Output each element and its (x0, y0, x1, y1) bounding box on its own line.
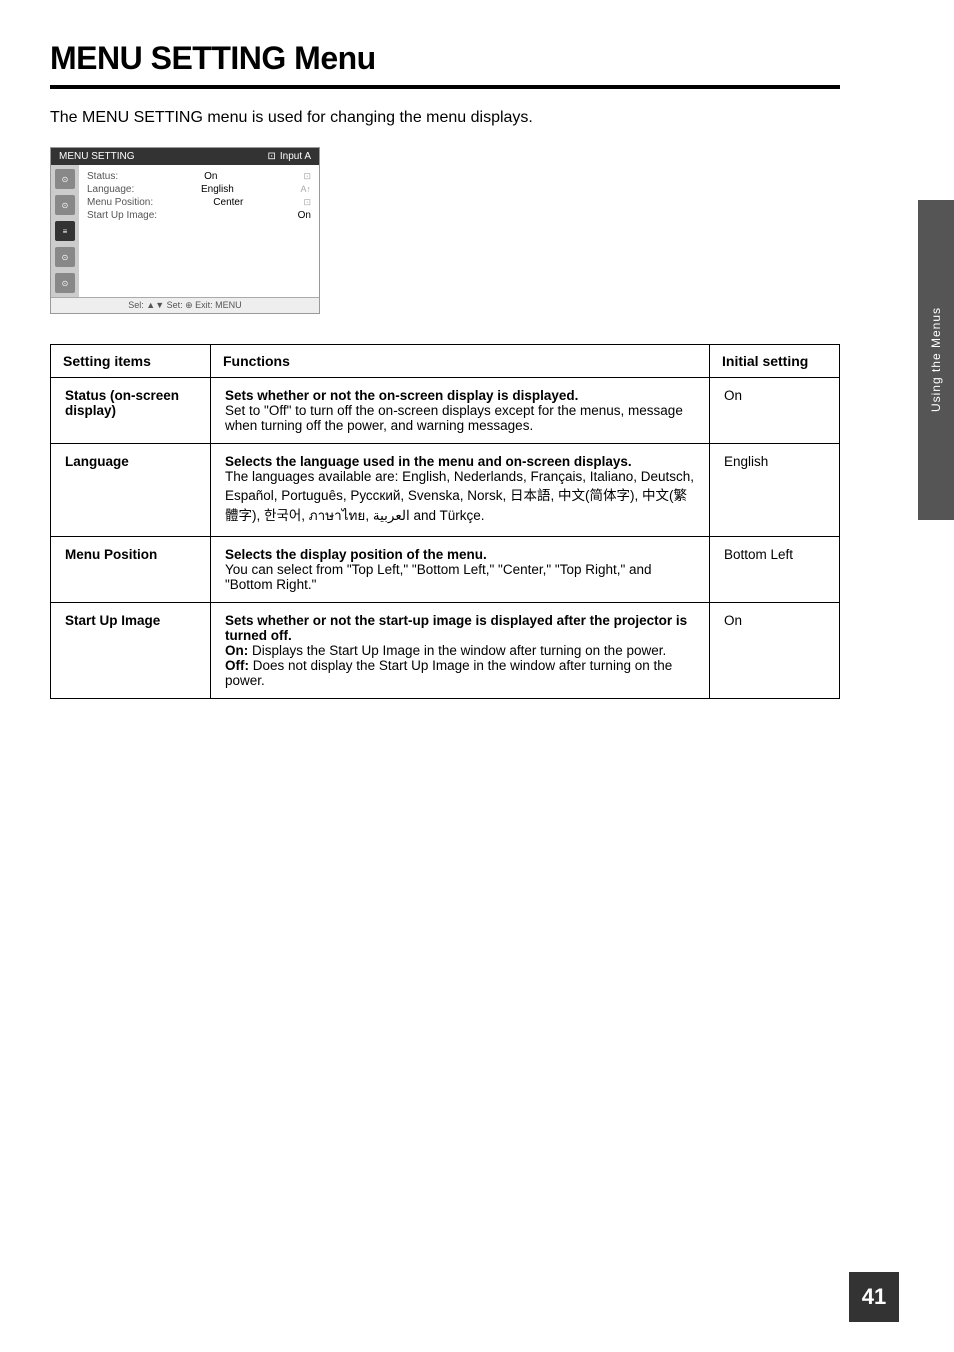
menu-row-language: Language: English A↑ (87, 184, 311, 195)
function-language: Selects the language used in the menu an… (211, 444, 710, 537)
sidebar-label: Using the Menus (929, 307, 943, 412)
menu-footer: Sel: ▲▼ Set: ⊕ Exit: MENU (51, 297, 319, 313)
menu-rows-area: Status: On ⊡ Language: English A↑ Menu P… (79, 165, 319, 297)
table-row-menu-position: Menu Position Selects the display positi… (51, 537, 840, 603)
menu-row-startup: Start Up Image: On (87, 210, 311, 221)
menu-row-status: Status: On ⊡ (87, 171, 311, 182)
menu-body: ⊙ ⊙ ≡ ⊙ ⊙ Status: On ⊡ Language: English… (51, 165, 319, 297)
initial-language: English (710, 444, 840, 537)
col-header-initial: Initial setting (710, 345, 840, 378)
initial-menu-position: Bottom Left (710, 537, 840, 603)
setting-name-startup: Start Up Image (51, 603, 211, 699)
setting-name-menu-position: Menu Position (51, 537, 211, 603)
table-row-status: Status (on-screen display) Sets whether … (51, 378, 840, 444)
menu-icon-1: ⊙ (55, 169, 75, 189)
menu-icon-3-active: ≡ (55, 221, 75, 241)
menu-title: MENU SETTING (59, 151, 135, 162)
initial-startup: On (710, 603, 840, 699)
intro-text: The MENU SETTING menu is used for changi… (50, 109, 840, 127)
menu-input-label: Input A (280, 151, 311, 162)
setting-name-status: Status (on-screen display) (51, 378, 211, 444)
menu-mockup: MENU SETTING ⊡ Input A ⊙ ⊙ ≡ ⊙ ⊙ Status:… (50, 147, 320, 314)
menu-header: MENU SETTING ⊡ Input A (51, 148, 319, 165)
col-header-functions: Functions (211, 345, 710, 378)
table-row-startup-image: Start Up Image Sets whether or not the s… (51, 603, 840, 699)
tv-icon: ⊡ (267, 151, 275, 162)
page-title: MENU SETTING Menu (50, 40, 840, 89)
right-sidebar: Using the Menus (918, 200, 954, 520)
table-row-language: Language Selects the language used in th… (51, 444, 840, 537)
page-content: MENU SETTING Menu The MENU SETTING menu … (0, 0, 900, 739)
menu-icon-5: ⊙ (55, 273, 75, 293)
function-menu-position: Selects the display position of the menu… (211, 537, 710, 603)
menu-sidebar: ⊙ ⊙ ≡ ⊙ ⊙ (51, 165, 79, 297)
setting-name-language: Language (51, 444, 211, 537)
menu-row-position: Menu Position: Center ⊡ (87, 197, 311, 208)
settings-table: Setting items Functions Initial setting … (50, 344, 840, 699)
menu-icon-2: ⊙ (55, 195, 75, 215)
col-header-setting: Setting items (51, 345, 211, 378)
menu-input-area: ⊡ Input A (267, 151, 311, 162)
function-startup: Sets whether or not the start-up image i… (211, 603, 710, 699)
initial-status: On (710, 378, 840, 444)
function-status: Sets whether or not the on-screen displa… (211, 378, 710, 444)
page-number-area: 41 (849, 1272, 899, 1322)
page-number: 41 (849, 1272, 899, 1322)
menu-icon-4: ⊙ (55, 247, 75, 267)
